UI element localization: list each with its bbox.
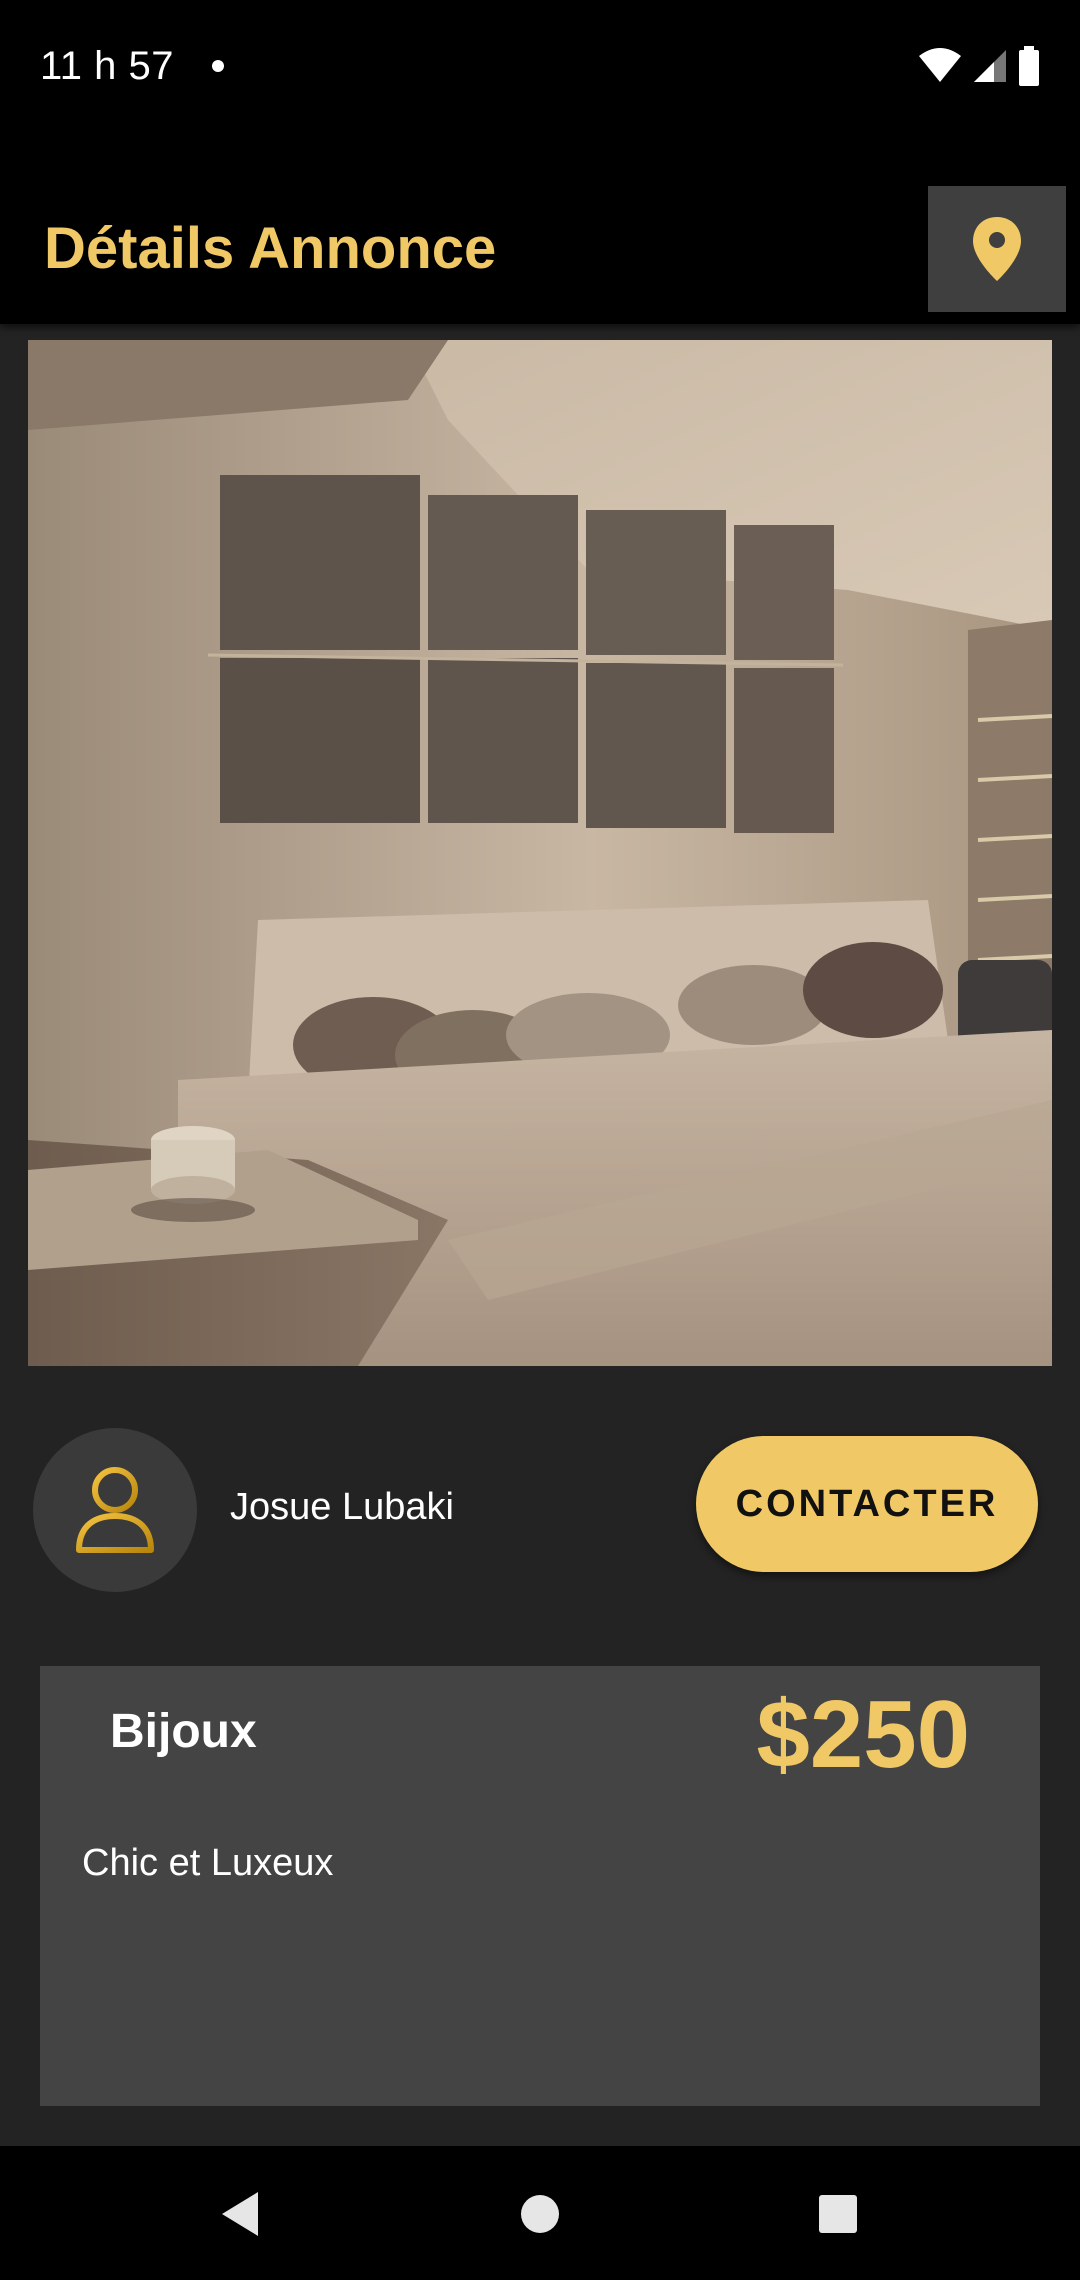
bedroom-photo: [28, 340, 1052, 1366]
location-button[interactable]: [928, 186, 1066, 312]
status-icons: [918, 46, 1040, 86]
notification-dot-icon: [212, 60, 224, 72]
status-bar: 11 h 57: [0, 0, 1080, 140]
location-pin-icon: [973, 217, 1021, 281]
battery-icon: [1019, 46, 1039, 86]
system-nav-bar: [0, 2146, 1080, 2280]
home-button[interactable]: [500, 2174, 580, 2254]
status-time: 11 h 57: [40, 44, 174, 88]
app-bar: Détails Annonce: [0, 140, 1080, 324]
wifi-icon: [919, 48, 961, 82]
recents-button[interactable]: [798, 2174, 878, 2254]
listing-category: Bijoux: [110, 1705, 257, 1758]
contact-button[interactable]: CONTACTER: [696, 1436, 1038, 1572]
screen: 11 h 57 Détails Annonce Josue Lubaki CON…: [0, 0, 1080, 2280]
listing-card: Bijoux $250 Chic et Luxeux: [40, 1666, 1040, 2106]
seller-name: Josue Lubaki: [230, 1486, 454, 1528]
back-button[interactable]: [200, 2174, 280, 2254]
listing-photo: [28, 340, 1052, 1366]
signal-icon: [974, 50, 1006, 82]
recents-icon: [819, 2195, 857, 2233]
home-icon: [521, 2195, 559, 2233]
avatar: [33, 1428, 197, 1592]
user-icon: [76, 1467, 154, 1553]
back-icon: [222, 2192, 258, 2236]
listing-description: Chic et Luxeux: [82, 1842, 334, 1884]
listing-price: $250: [756, 1681, 970, 1788]
page-title: Détails Annonce: [44, 216, 497, 281]
